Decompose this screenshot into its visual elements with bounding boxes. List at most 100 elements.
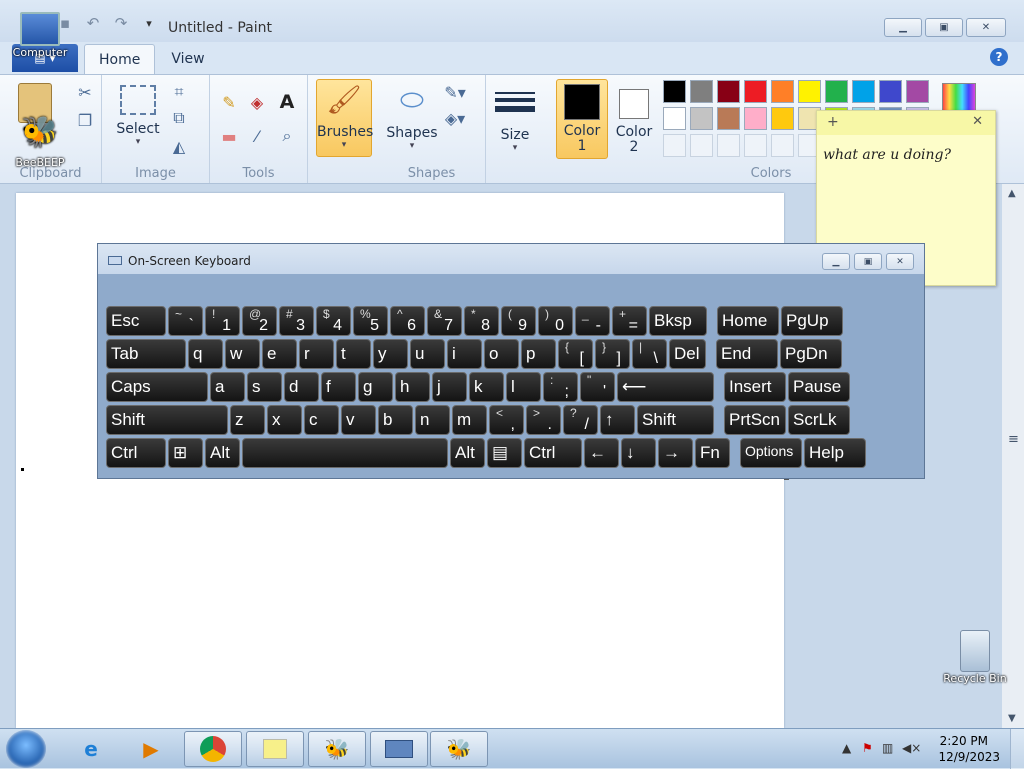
scroll-down-icon[interactable]: ▼	[1008, 713, 1016, 724]
key-row1-15[interactable]: Home	[717, 306, 779, 336]
taskbar-sticky-notes[interactable]	[246, 731, 304, 767]
color-swatch[interactable]	[879, 80, 902, 103]
key-row4-9[interactable]: >.	[526, 405, 561, 435]
color-swatch[interactable]	[663, 80, 686, 103]
key-row5-1[interactable]: ⊞	[168, 438, 203, 468]
color-swatch[interactable]	[771, 80, 794, 103]
rotate-icon[interactable]: ◭	[168, 135, 190, 157]
key-row1-2[interactable]: ! 1	[205, 306, 240, 336]
brushes-button[interactable]: 🖌 Brushes ▾	[316, 79, 373, 157]
key-row1-5[interactable]: $4	[316, 306, 351, 336]
color-swatch[interactable]	[825, 80, 848, 103]
key-row3-12[interactable]: ⟵	[617, 372, 714, 402]
key-row1-3[interactable]: @2	[242, 306, 277, 336]
key-row1-1[interactable]: ~ `	[168, 306, 203, 336]
key-row4-12[interactable]: Shift	[637, 405, 714, 435]
start-button[interactable]	[6, 730, 46, 768]
taskbar-ie[interactable]: e	[62, 731, 120, 767]
key-row2-7[interactable]: u	[410, 339, 445, 369]
key-row5-10[interactable]: Fn	[695, 438, 730, 468]
sticky-note-text[interactable]: what are u doing?	[823, 147, 951, 163]
taskbar-media[interactable]: ▶	[122, 731, 180, 767]
taskbar-osk[interactable]	[370, 731, 428, 767]
key-row4-2[interactable]: x	[267, 405, 302, 435]
key-row1-7[interactable]: ^ 6	[390, 306, 425, 336]
network-icon[interactable]: ▥	[882, 741, 893, 755]
taskbar-beebeep-1[interactable]: 🐝	[308, 731, 366, 767]
key-row2-0[interactable]: Tab	[106, 339, 186, 369]
key-row2-14[interactable]: Del	[669, 339, 706, 369]
key-row2-16[interactable]: PgDn	[780, 339, 842, 369]
key-row2-9[interactable]: o	[484, 339, 519, 369]
custom-color-slot[interactable]	[663, 134, 686, 157]
key-row5-0[interactable]: Ctrl	[106, 438, 166, 468]
key-row5-7[interactable]: ←	[584, 438, 619, 468]
show-desktop-button[interactable]	[1010, 729, 1024, 769]
color-swatch[interactable]	[852, 80, 875, 103]
key-row3-6[interactable]: h	[395, 372, 430, 402]
key-row5-4[interactable]: Alt	[450, 438, 485, 468]
osk-minimize-button[interactable]: ▁	[822, 253, 850, 270]
taskbar-chrome[interactable]	[184, 731, 242, 767]
show-hidden-icons-icon[interactable]: ▲	[842, 741, 851, 755]
key-row2-10[interactable]: p	[521, 339, 556, 369]
key-row3-2[interactable]: s	[247, 372, 282, 402]
color2-button[interactable]: Color 2	[612, 83, 656, 155]
text-icon[interactable]: A	[276, 91, 298, 113]
key-row1-4[interactable]: #3	[279, 306, 314, 336]
key-row1-12[interactable]: _ -	[575, 306, 610, 336]
clock-date[interactable]: 12/9/2023	[938, 750, 1000, 764]
key-row4-1[interactable]: z	[230, 405, 265, 435]
tab-view[interactable]: View	[157, 44, 218, 74]
key-row3-8[interactable]: k	[469, 372, 504, 402]
osk-close-button[interactable]: ✕	[886, 253, 914, 270]
key-row4-3[interactable]: c	[304, 405, 339, 435]
key-row2-3[interactable]: e	[262, 339, 297, 369]
fill-icon[interactable]: ◈	[246, 91, 268, 113]
desktop-icon-recycle-bin[interactable]: Recycle Bin	[942, 630, 1008, 685]
key-row3-0[interactable]: Caps	[106, 372, 208, 402]
key-row1-14[interactable]: Bksp	[649, 306, 707, 336]
key-row2-5[interactable]: t	[336, 339, 371, 369]
color-swatch[interactable]	[717, 80, 740, 103]
key-row3-9[interactable]: l	[506, 372, 541, 402]
key-row1-0[interactable]: Esc	[106, 306, 166, 336]
key-row3-3[interactable]: d	[284, 372, 319, 402]
key-row2-2[interactable]: w	[225, 339, 260, 369]
color-picker-icon[interactable]: ⁄	[246, 125, 268, 147]
color-swatch[interactable]	[663, 107, 686, 130]
key-row3-10[interactable]: :;	[543, 372, 578, 402]
help-icon[interactable]: ?	[990, 48, 1008, 66]
key-row2-15[interactable]: End	[716, 339, 778, 369]
color-swatch[interactable]	[744, 80, 767, 103]
fill-shape-icon[interactable]: ◈▾	[444, 107, 466, 129]
key-row1-8[interactable]: & 7	[427, 306, 462, 336]
key-row4-7[interactable]: m	[452, 405, 487, 435]
key-row4-13[interactable]: PrtScn	[724, 405, 786, 435]
key-row1-10[interactable]: (9	[501, 306, 536, 336]
color1-button[interactable]: Color 1	[556, 79, 608, 159]
customize-qat-icon[interactable]: ▾	[140, 14, 158, 32]
shapes-button[interactable]: ⬭ Shapes ▾	[384, 81, 440, 151]
key-row1-11[interactable]: ) 0	[538, 306, 573, 336]
key-row4-4[interactable]: v	[341, 405, 376, 435]
key-row3-4[interactable]: f	[321, 372, 356, 402]
maximize-button[interactable]: ▣	[925, 18, 963, 37]
key-row1-9[interactable]: * 8	[464, 306, 499, 336]
close-note-icon[interactable]: ✕	[972, 114, 983, 129]
key-row1-6[interactable]: % 5	[353, 306, 388, 336]
key-row5-3[interactable]	[242, 438, 448, 468]
add-note-icon[interactable]: +	[827, 114, 839, 130]
key-row1-13[interactable]: + =	[612, 306, 647, 336]
size-button[interactable]: Size ▾	[492, 83, 538, 153]
action-center-icon[interactable]: ⚑	[862, 741, 873, 755]
custom-color-slot[interactable]	[690, 134, 713, 157]
cut-icon[interactable]: ✂	[74, 81, 96, 103]
key-row3-14[interactable]: Pause	[788, 372, 850, 402]
pencil-icon[interactable]: ✎	[218, 91, 240, 113]
key-row4-6[interactable]: n	[415, 405, 450, 435]
key-row5-2[interactable]: Alt	[205, 438, 240, 468]
redo-icon[interactable]: ↷	[112, 14, 130, 32]
scroll-up-icon[interactable]: ▲	[1008, 188, 1016, 199]
key-row2-12[interactable]: }]	[595, 339, 630, 369]
